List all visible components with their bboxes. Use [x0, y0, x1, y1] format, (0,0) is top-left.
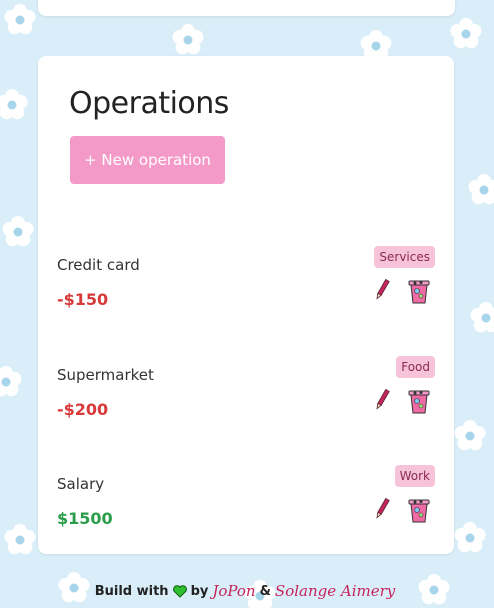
footer-ampersand: &: [259, 583, 271, 599]
operations-title: Operations: [69, 86, 229, 121]
author-link-jopon[interactable]: JoPon: [212, 582, 255, 600]
trash-bin-icon[interactable]: [407, 497, 431, 523]
pencil-icon[interactable]: [373, 497, 391, 521]
trash-bin-icon[interactable]: [407, 278, 431, 304]
category-tag[interactable]: Work: [394, 465, 435, 487]
operation-description: Salary: [57, 475, 105, 493]
operation-description: Credit card: [57, 256, 140, 274]
operation-row: Credit card -$150 Services: [57, 246, 435, 316]
author-link-solange-aimery[interactable]: Solange Aimery: [275, 582, 395, 600]
new-operation-button[interactable]: + New operation: [70, 136, 225, 184]
operation-amount: -$200: [57, 400, 109, 419]
operation-row: Salary $1500 Work: [57, 465, 435, 535]
pencil-icon[interactable]: [373, 388, 391, 412]
operation-row: Supermarket -$200 Food: [57, 356, 435, 426]
footer-by: by: [190, 583, 209, 599]
green-heart-icon: [172, 584, 187, 598]
category-tag[interactable]: Food: [396, 356, 435, 378]
footer-build-with: Build with: [94, 583, 169, 599]
pencil-icon[interactable]: [373, 278, 391, 302]
operation-amount: $1500: [57, 509, 113, 528]
operations-panel: Operations + New operation Credit card -…: [38, 56, 454, 554]
footer: Build with by JoPon & Solange Aimery: [0, 578, 494, 604]
operation-amount: -$150: [57, 290, 109, 309]
previous-card: [38, 0, 455, 16]
trash-bin-icon[interactable]: [407, 388, 431, 414]
operation-description: Supermarket: [57, 366, 154, 384]
category-tag[interactable]: Services: [374, 246, 435, 268]
